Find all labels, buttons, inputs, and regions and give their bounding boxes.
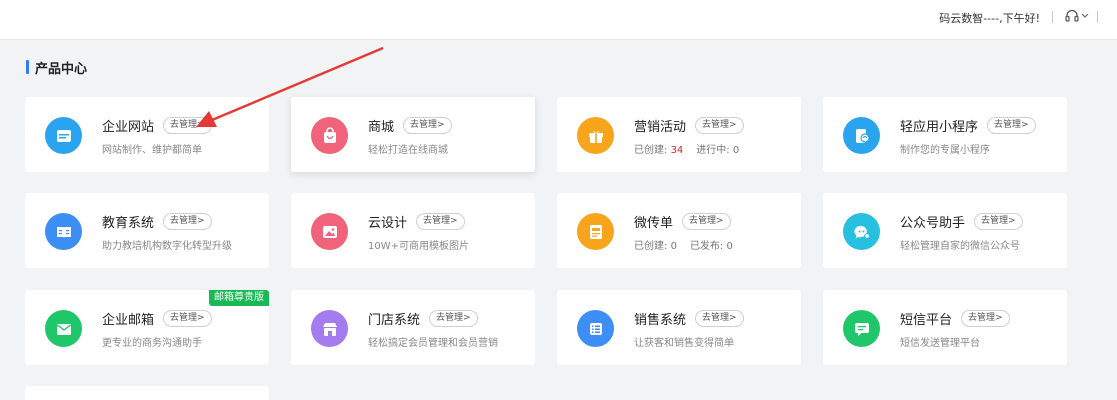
manage-button[interactable]: 去管理> — [416, 213, 465, 230]
product-title-row: 商城 去管理> — [368, 116, 452, 135]
stat-label: 已创建: — [634, 241, 671, 252]
product-card[interactable]: 云设计 去管理> 10W+可商用模板图片 — [291, 193, 535, 268]
product-name: 公众号助手 — [900, 216, 966, 231]
product-name: 营销活动 — [634, 120, 687, 135]
product-card[interactable]: 短信平台 去管理> 短信发送管理平台 — [823, 290, 1067, 365]
product-name: 门店系统 — [368, 313, 421, 328]
product-name: 短信平台 — [900, 313, 953, 328]
product-card[interactable]: 轻应用小程序 去管理> 制作您的专属小程序 — [823, 97, 1067, 172]
manage-button[interactable]: 去管理> — [403, 117, 452, 134]
manage-button[interactable]: 去管理> — [163, 310, 212, 327]
product-title-row: 微传单 去管理> — [634, 212, 731, 231]
product-title-row: 门店系统 去管理> — [368, 309, 478, 328]
product-description: 制作您的专属小程序 — [900, 145, 990, 156]
product-name: 教育系统 — [102, 216, 155, 231]
mail-icon — [45, 310, 82, 347]
user-greeting: 码云数智----,下午好! — [939, 12, 1040, 25]
divider — [1052, 11, 1053, 23]
product-name: 企业邮箱 — [102, 313, 155, 328]
product-title-row: 短信平台 去管理> — [900, 309, 1010, 328]
product-card[interactable]: 微传单 去管理> 已创建: 0 已发布: 0 — [557, 193, 801, 268]
product-title-row: 教育系统 去管理> — [102, 212, 212, 231]
product-description: 网站制作、维护都简单 — [102, 145, 202, 156]
manage-button[interactable]: 去管理> — [163, 213, 212, 230]
product-description: 轻松搞定会员管理和会员营销 — [368, 338, 498, 349]
promo-badge: 邮箱尊贵版 — [209, 290, 269, 306]
chat-settings-icon — [843, 213, 880, 250]
top-bar: 码云数智----,下午好! — [0, 0, 1117, 40]
product-stats: 已创建: 0 已发布: 0 — [634, 237, 746, 252]
store-icon — [311, 310, 348, 347]
manage-button[interactable]: 去管理> — [695, 117, 744, 134]
shopping-bag-icon — [311, 117, 348, 154]
product-name: 企业网站 — [102, 120, 155, 135]
list-icon — [577, 310, 614, 347]
product-card[interactable]: 教育系统 去管理> 助力教培机构数字化转型升级 — [25, 193, 269, 268]
stat-value: 0 — [726, 241, 733, 252]
manage-button[interactable]: 去管理> — [429, 310, 478, 327]
stat-label: 已创建: — [634, 145, 671, 156]
stat-label: 已发布: — [689, 241, 727, 252]
chevron-down-icon[interactable] — [1080, 8, 1090, 24]
product-card[interactable]: 企业邮箱 去管理> 更专业的商务沟通助手 邮箱尊贵版 — [25, 290, 269, 365]
section-accent-bar — [26, 60, 29, 74]
image-icon — [311, 213, 348, 250]
headset-icon[interactable] — [1064, 8, 1080, 24]
product-description: 轻松打造在线商城 — [368, 145, 448, 156]
product-card[interactable]: 销售系统 去管理> 让获客和销售变得简单 — [557, 290, 801, 365]
gift-icon — [577, 117, 614, 154]
product-name: 销售系统 — [634, 313, 687, 328]
manage-button[interactable]: 去管理> — [163, 117, 212, 134]
product-title-row: 销售系统 去管理> — [634, 309, 744, 328]
mini-program-icon — [843, 117, 880, 154]
product-card[interactable]: 营销活动 去管理> 已创建: 34 进行中: 0 — [557, 97, 801, 172]
product-description: 短信发送管理平台 — [900, 338, 980, 349]
product-name: 微传单 — [634, 216, 674, 231]
product-name: 云设计 — [368, 216, 408, 231]
product-card-partial[interactable] — [25, 386, 269, 400]
product-title-row: 营销活动 去管理> — [634, 116, 744, 135]
manage-button[interactable]: 去管理> — [987, 117, 1036, 134]
stat-value: 0 — [670, 241, 677, 252]
browser-window-icon — [45, 117, 82, 154]
product-description: 10W+可商用模板图片 — [368, 241, 469, 252]
product-card[interactable]: 门店系统 去管理> 轻松搞定会员管理和会员营销 — [291, 290, 535, 365]
stat-label: 进行中: — [696, 145, 733, 156]
stat-value: 34 — [670, 145, 684, 156]
product-description: 让获客和销售变得简单 — [634, 338, 734, 349]
divider — [1097, 11, 1098, 23]
stat-value: 0 — [732, 145, 740, 156]
product-name: 商城 — [368, 120, 395, 135]
product-title-row: 轻应用小程序 去管理> — [900, 116, 1036, 135]
product-title-row: 公众号助手 去管理> — [900, 212, 1023, 231]
manage-button[interactable]: 去管理> — [974, 213, 1023, 230]
manage-button[interactable]: 去管理> — [961, 310, 1010, 327]
manage-button[interactable]: 去管理> — [682, 213, 731, 230]
book-icon — [45, 213, 82, 250]
product-description: 轻松管理自家的微信公众号 — [900, 241, 1020, 252]
manage-button[interactable]: 去管理> — [695, 310, 744, 327]
product-stats: 已创建: 34 进行中: 0 — [634, 141, 752, 156]
flyer-icon — [577, 213, 614, 250]
product-title-row: 云设计 去管理> — [368, 212, 465, 231]
product-card[interactable]: 商城 去管理> 轻松打造在线商城 — [291, 97, 535, 172]
product-card[interactable]: 公众号助手 去管理> 轻松管理自家的微信公众号 — [823, 193, 1067, 268]
section-title-text: 产品中心 — [35, 61, 88, 77]
product-title-row: 企业网站 去管理> — [102, 116, 212, 135]
section-title: 产品中心 — [26, 59, 88, 77]
product-title-row: 企业邮箱 去管理> — [102, 309, 212, 328]
message-icon — [843, 310, 880, 347]
product-description: 更专业的商务沟通助手 — [102, 338, 202, 349]
product-description: 助力教培机构数字化转型升级 — [102, 241, 232, 252]
product-name: 轻应用小程序 — [900, 120, 979, 135]
product-card[interactable]: 企业网站 去管理> 网站制作、维护都简单 — [25, 97, 269, 172]
